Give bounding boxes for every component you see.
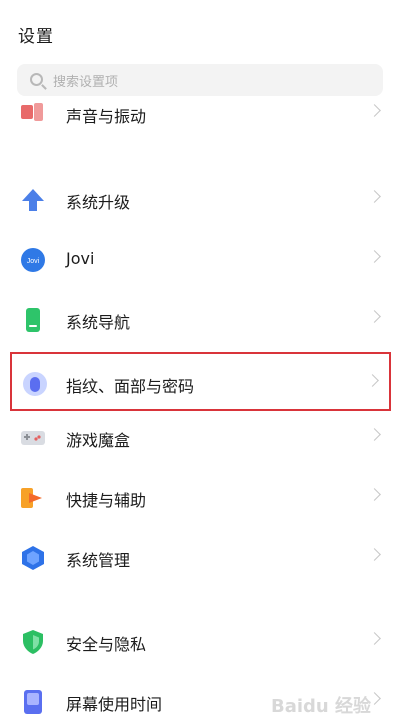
speaker-icon [20, 101, 46, 127]
search-bar[interactable]: 搜索设置项 [17, 64, 383, 96]
list-item-label: 系统导航 [66, 313, 131, 332]
list-item-system-management[interactable]: 系统管理 [0, 528, 401, 587]
chevron-right-icon [368, 548, 381, 561]
list-item-system-upgrade[interactable]: 系统升级 [0, 170, 401, 229]
game-box-icon [20, 425, 46, 451]
list-item-label: 系统升级 [66, 193, 131, 212]
list-item-label: 快捷与辅助 [66, 491, 147, 510]
chevron-right-icon [368, 104, 381, 117]
system-management-icon [20, 545, 46, 571]
navigation-phone-icon [20, 307, 46, 333]
upgrade-arrow-icon [20, 187, 46, 213]
screen-time-icon [20, 689, 46, 715]
list-item-label: 游戏魔盒 [66, 431, 131, 450]
list-item-shortcut-assist[interactable]: 快捷与辅助 [0, 468, 401, 527]
shortcut-icon [20, 485, 46, 511]
list-item-label: 声音与振动 [66, 107, 147, 126]
chevron-right-icon [368, 190, 381, 203]
list-item-label: Jovi [66, 249, 95, 268]
shield-icon [20, 629, 46, 655]
list-item-jovi[interactable]: Jovi Jovi [0, 230, 401, 289]
chevron-right-icon [366, 374, 379, 387]
list-item-fingerprint-face-password[interactable]: 指纹、面部与密码 [10, 352, 391, 411]
list-item-system-navigation[interactable]: 系统导航 [0, 290, 401, 349]
page-title: 设置 [18, 27, 54, 47]
search-input[interactable]: 搜索设置项 [53, 71, 118, 90]
jovi-icon: Jovi [20, 247, 46, 273]
chevron-right-icon [368, 632, 381, 645]
list-item-label: 系统管理 [66, 551, 131, 570]
svg-text:Jovi: Jovi [27, 258, 40, 265]
chevron-right-icon [368, 428, 381, 441]
watermark: Baidu 经验 [270, 696, 371, 717]
fingerprint-icon [22, 371, 48, 397]
chevron-right-icon [368, 488, 381, 501]
list-item-label: 安全与隐私 [66, 635, 147, 654]
list-item-security-privacy[interactable]: 安全与隐私 [0, 612, 401, 671]
list-item-game-box[interactable]: 游戏魔盒 [0, 408, 401, 467]
list-item-sound[interactable]: 声音与振动 [0, 98, 401, 143]
chevron-right-icon [368, 310, 381, 323]
chevron-right-icon [368, 250, 381, 263]
settings-list: 声音与振动 系统升级 Jovi Jovi 系统导航 指纹、面部与密码 游戏魔盒 … [0, 98, 401, 726]
search-icon [30, 73, 43, 86]
list-item-label: 指纹、面部与密码 [66, 377, 195, 396]
list-item-label: 屏幕使用时间 [66, 695, 163, 714]
